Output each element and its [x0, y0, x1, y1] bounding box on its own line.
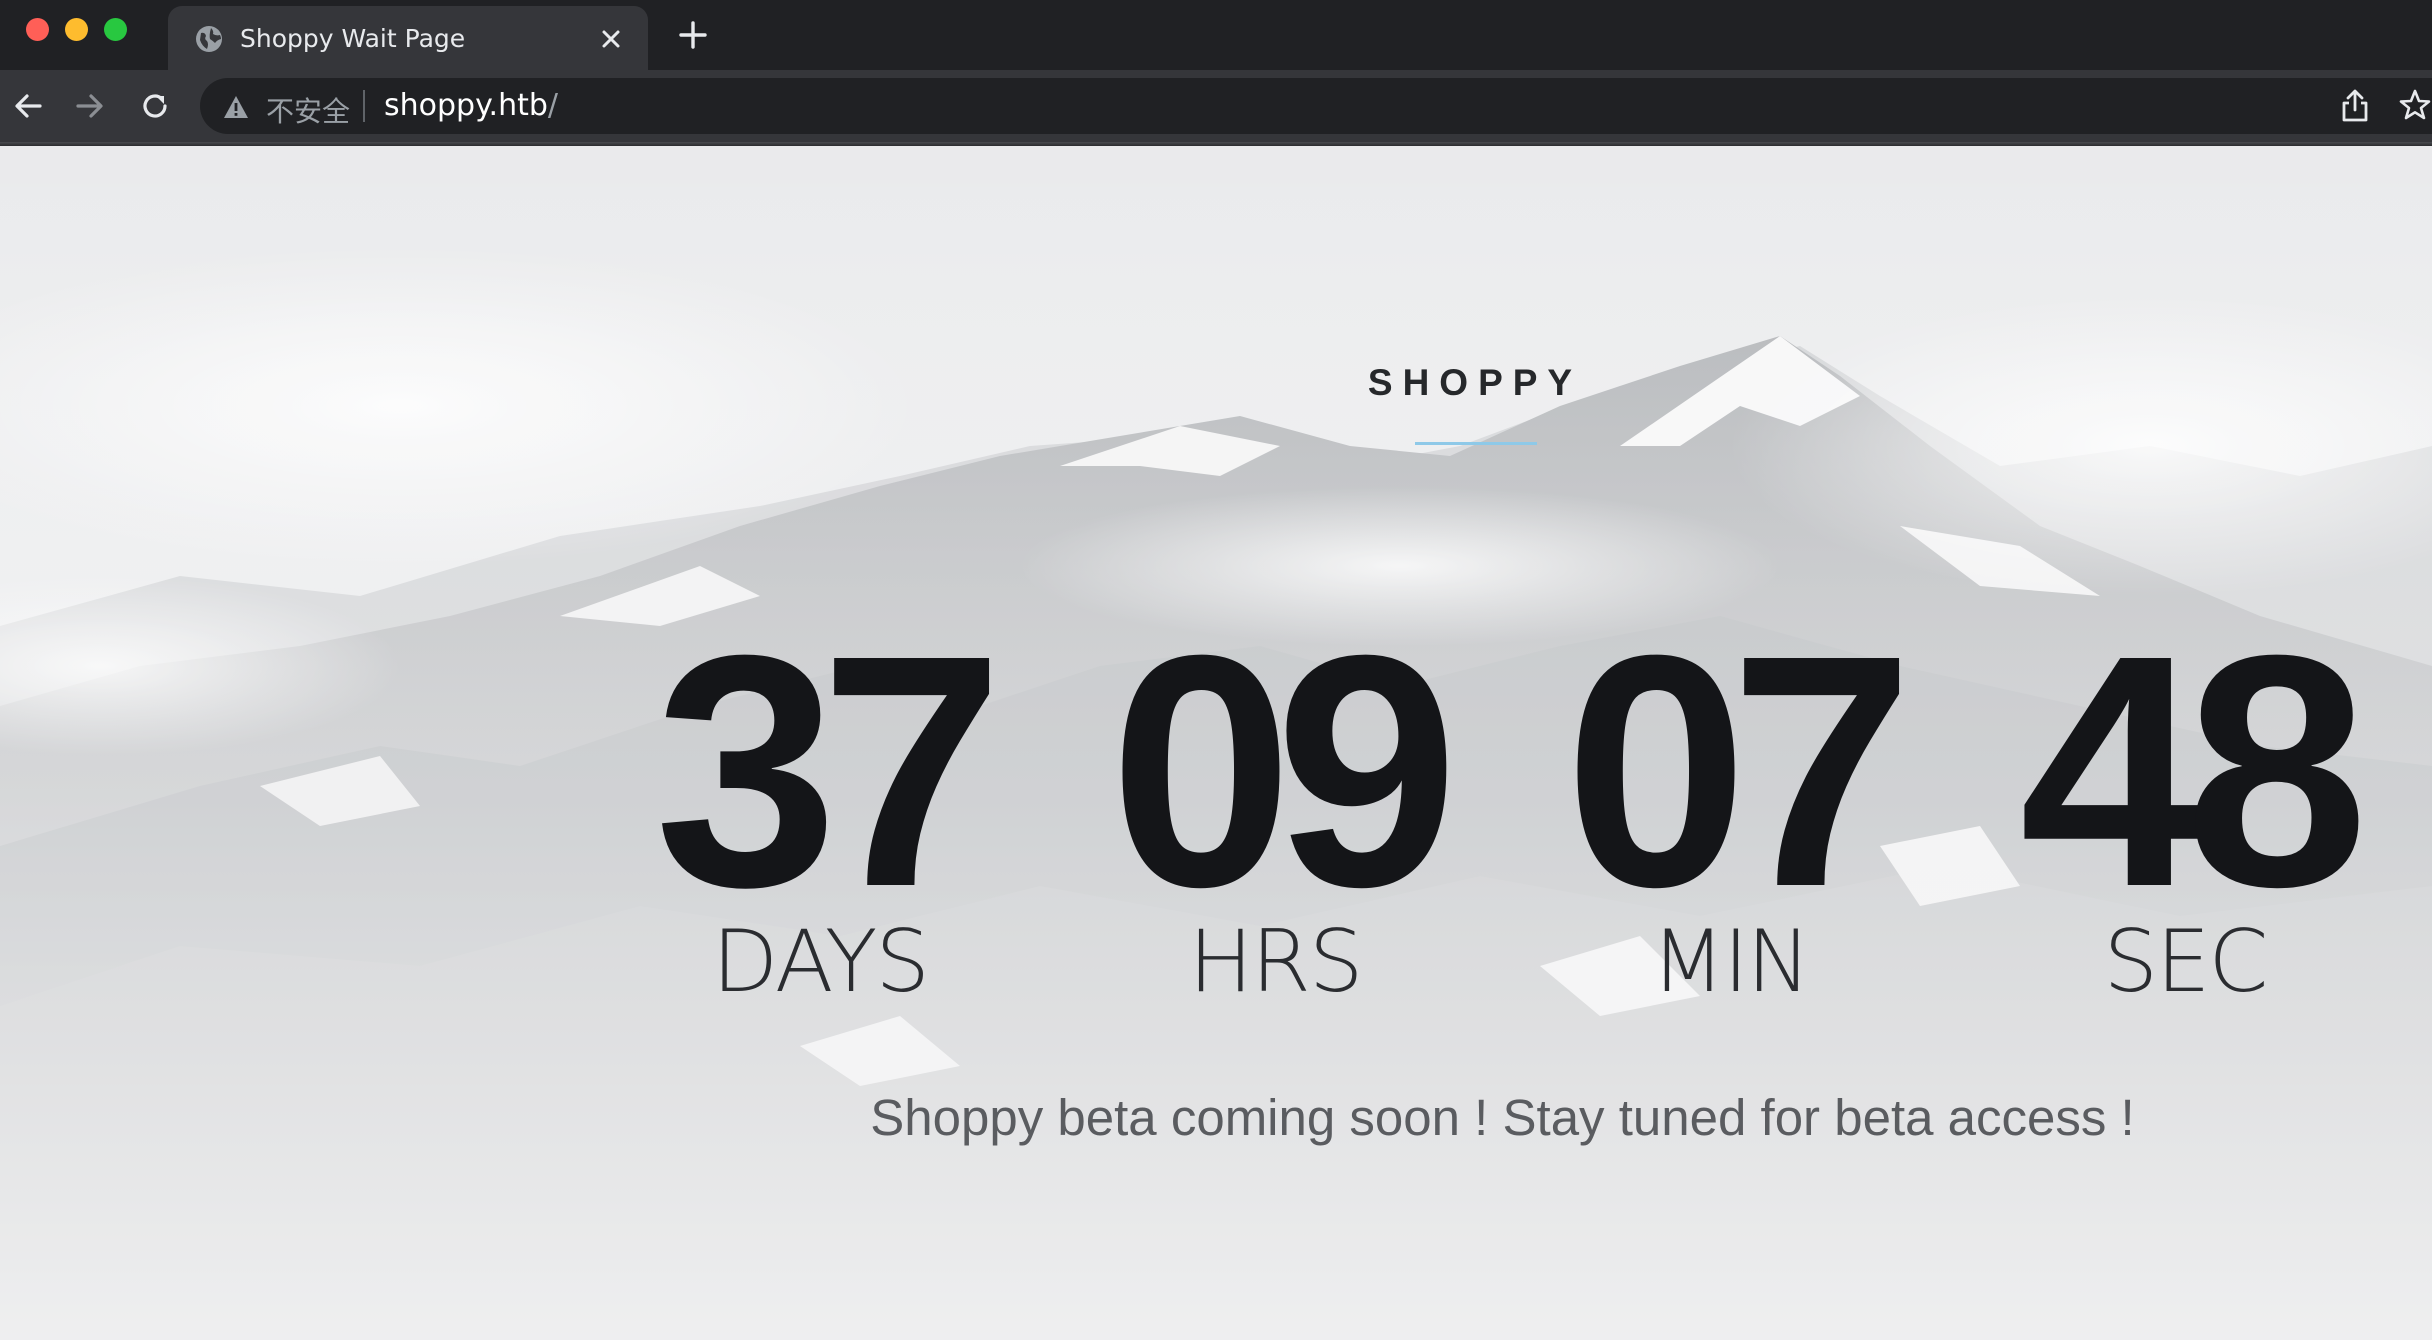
minutes-unit: MIN — [1651, 912, 1811, 1012]
share-icon[interactable] — [2338, 88, 2372, 124]
countdown-minutes-value: 07 — [1564, 586, 1913, 955]
tab-bar: Shoppy Wait Page — [0, 0, 2432, 70]
brand-underline — [1415, 442, 1537, 445]
window-close-button[interactable] — [26, 18, 49, 41]
browser-tab[interactable]: Shoppy Wait Page — [168, 6, 648, 70]
forward-icon[interactable] — [72, 88, 108, 124]
close-icon[interactable] — [598, 26, 624, 52]
url-path: / — [547, 88, 559, 123]
hours-unit: HRS — [1188, 912, 1363, 1012]
star-icon[interactable] — [2398, 88, 2432, 122]
countdown-seconds-label: SEC — [2005, 912, 2365, 1012]
url-text[interactable]: shoppy.htb/ — [384, 88, 558, 123]
brand-logo: SHOPPY — [1367, 362, 1583, 403]
address-divider — [363, 90, 365, 122]
tab-title: Shoppy Wait Page — [240, 24, 466, 53]
reload-icon[interactable] — [137, 88, 173, 124]
countdown-days-label: DAYS — [640, 912, 1000, 1012]
countdown-hours-label: HRS — [1095, 912, 1455, 1012]
security-label[interactable]: 不安全 — [266, 90, 350, 130]
days-unit: DAYS — [712, 912, 930, 1012]
countdown-days-value: 37 — [654, 586, 1003, 955]
coming-soon-message: Shoppy beta coming soon ! Stay tuned for… — [870, 1089, 2135, 1146]
window-minimize-button[interactable] — [65, 18, 88, 41]
countdown-seconds-value: 48 — [2019, 586, 2368, 955]
window-maximize-button[interactable] — [104, 18, 127, 41]
browser-toolbar: 不安全 shoppy.htb/ — [0, 70, 2432, 143]
warning-icon[interactable] — [222, 93, 250, 121]
countdown-hours-value: 09 — [1109, 586, 1458, 955]
globe-icon — [196, 26, 222, 52]
back-icon[interactable] — [10, 88, 46, 124]
seconds-unit: SEC — [2103, 912, 2269, 1012]
page-viewport: SHOPPY 37 09 07 48 DAYS HRS MIN SEC Shop… — [0, 146, 2432, 1340]
address-bar[interactable]: 不安全 shoppy.htb/ — [200, 78, 2432, 134]
url-host: shoppy.htb — [384, 88, 548, 123]
countdown-minutes-label: MIN — [1550, 912, 1910, 1012]
plus-icon[interactable] — [676, 18, 710, 52]
